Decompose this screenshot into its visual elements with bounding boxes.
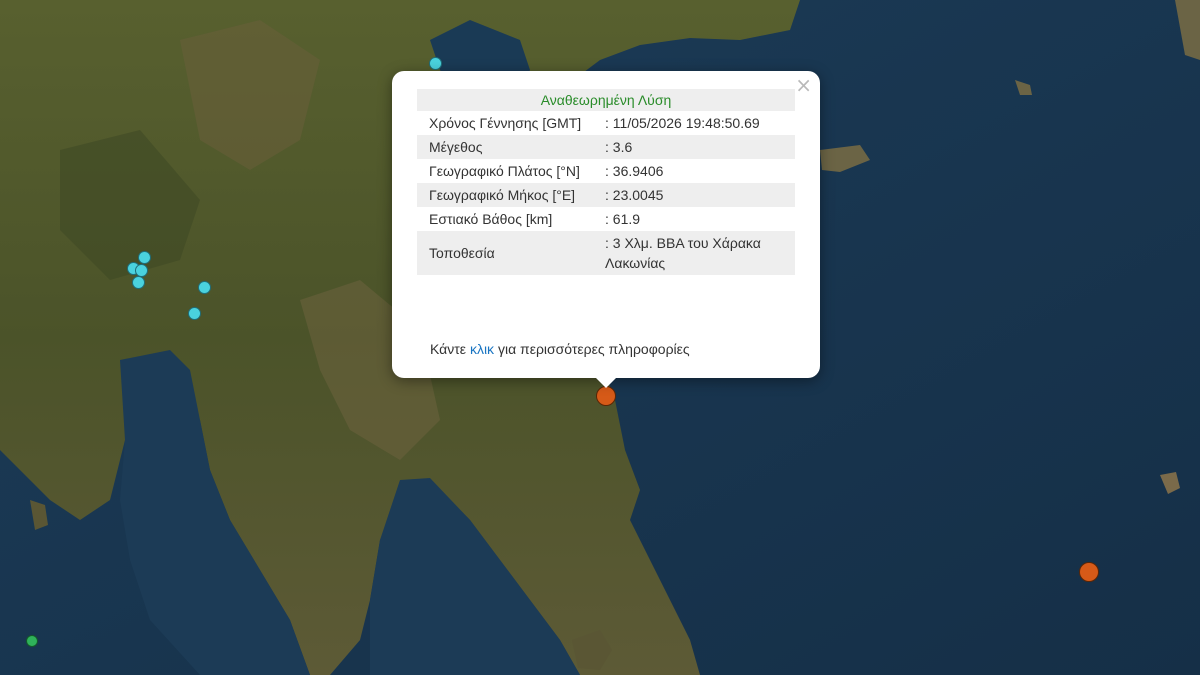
more-info-prefix: Κάντε <box>430 341 467 357</box>
latitude-value: : 36.9406 <box>605 163 664 179</box>
quake-marker-cyan[interactable] <box>188 307 201 320</box>
quake-marker-cyan[interactable] <box>138 251 151 264</box>
longitude-label: Γεωγραφικό Μήκος [°E] <box>417 183 593 207</box>
more-info-line: Κάντε κλικ για περισσότερες πληροφορίες <box>430 341 690 357</box>
popup-title: Αναθεωρημένη Λύση <box>417 89 795 111</box>
quake-marker-selected[interactable] <box>596 386 616 406</box>
origin-time-value: : 11/05/2026 19:48:50.69 <box>605 115 760 131</box>
close-icon[interactable]: × <box>795 75 812 95</box>
quake-marker-cyan[interactable] <box>429 57 442 70</box>
popup-tip <box>595 377 617 388</box>
quake-marker-green[interactable] <box>26 635 38 647</box>
more-info-suffix: για περισσότερες πληροφορίες <box>497 341 690 357</box>
quake-marker-cyan[interactable] <box>198 281 211 294</box>
more-info-link[interactable]: κλικ <box>470 341 494 357</box>
quake-marker-orange[interactable] <box>1079 562 1099 582</box>
magnitude-value: : 3.6 <box>593 135 795 159</box>
earthquake-info-popup: × Αναθεωρημένη Λύση Χρόνος Γέννησης [GMT… <box>392 71 820 388</box>
longitude-value: : 23.0045 <box>593 183 795 207</box>
magnitude-label: Μέγεθος <box>417 135 593 159</box>
depth-value: : 61.9 <box>605 211 641 227</box>
quake-marker-cyan[interactable] <box>132 276 145 289</box>
depth-label: Εστιακό Βάθος [km] <box>429 211 553 227</box>
origin-time-label: Χρόνος Γέννησης [GMT] <box>429 115 582 131</box>
earthquake-details-table: Αναθεωρημένη Λύση Χρόνος Γέννησης [GMT] … <box>417 89 795 275</box>
location-value: : 3 Χλμ. ΒΒΑ του Χάρακα Λακωνίας <box>593 231 795 275</box>
location-label: Τοποθεσία <box>417 231 593 275</box>
latitude-label: Γεωγραφικό Πλάτος [°N] <box>429 163 580 179</box>
